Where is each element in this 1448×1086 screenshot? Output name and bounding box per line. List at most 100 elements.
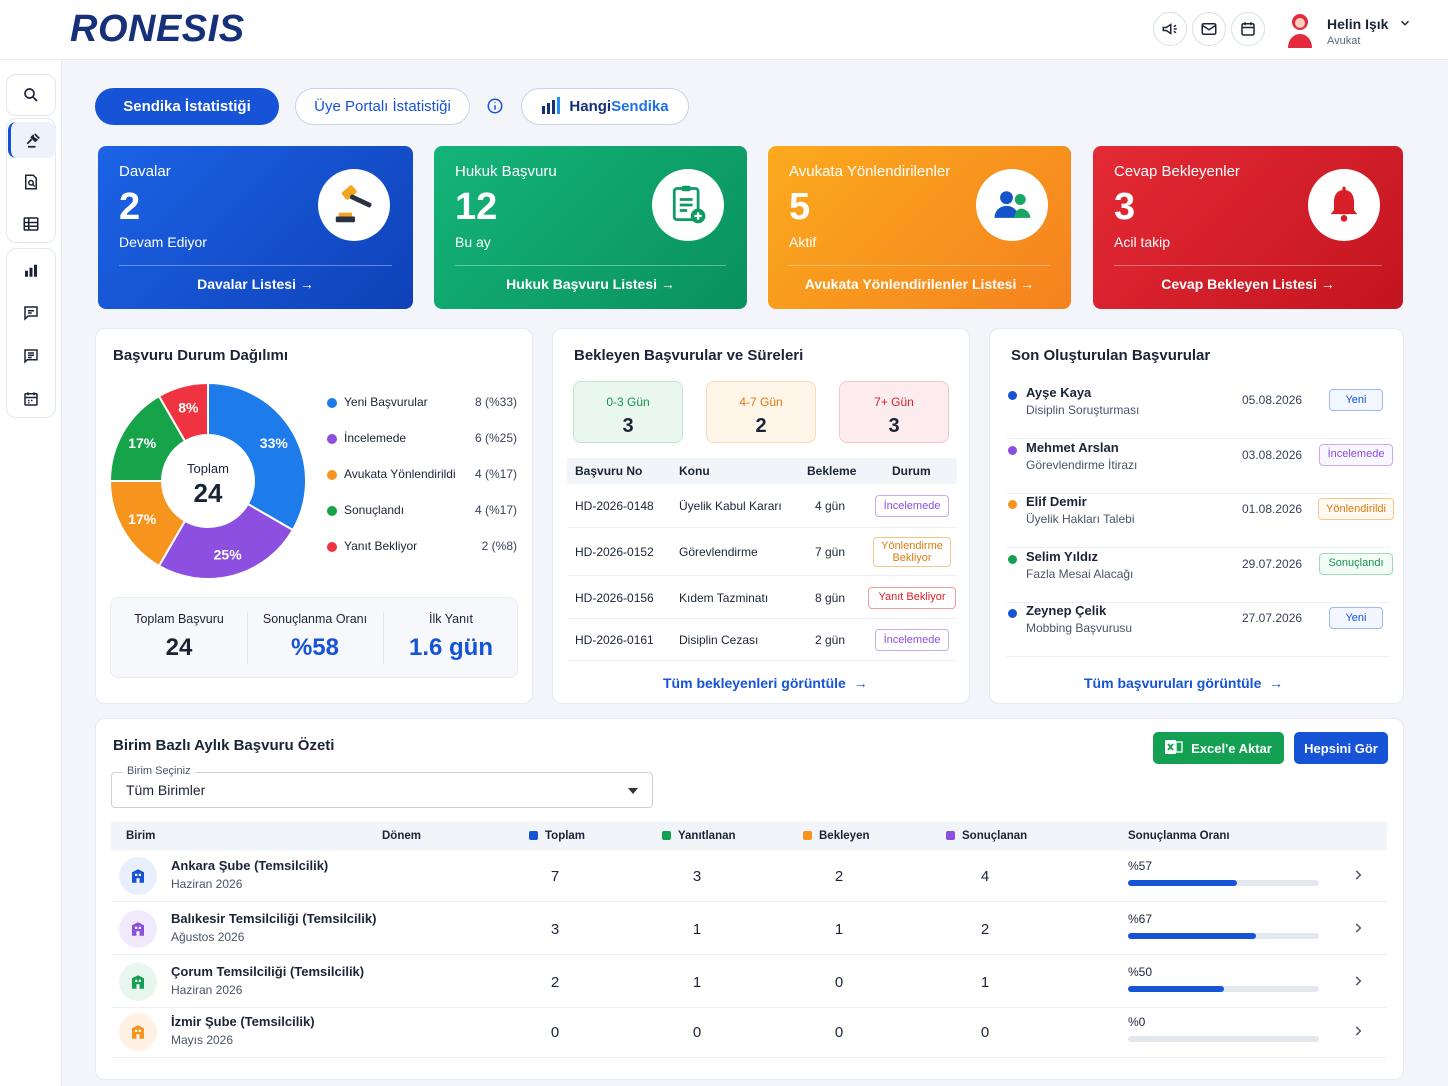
legend-dot: [327, 398, 337, 408]
bucket-7-plus-days[interactable]: 7+ Gün 3: [839, 381, 949, 443]
view-all-pending-link[interactable]: Tüm bekleyenleri görüntüle →: [663, 675, 868, 691]
pending-row[interactable]: HD-2026-0148 Üyelik Kabul Kararı 4 gün İnce…: [567, 484, 957, 528]
pending-row[interactable]: HD-2026-0152 Görevlendirme 7 gün Yönlendirm…: [567, 528, 957, 576]
kpi-sub: Devam Ediyor: [119, 234, 207, 250]
kpi-title: Davalar: [119, 163, 171, 180]
kpi-footer-link[interactable]: Davalar Listesi →: [98, 276, 413, 292]
kpi-card-legal-applications: Hukuk Başvuru 12 Bu ay Hukuk Başvuru Lis…: [434, 146, 747, 309]
chevron-right-icon[interactable]: [1351, 1023, 1365, 1044]
kpi-footer-link[interactable]: Hukuk Başvuru Listesi →: [434, 276, 747, 292]
building-icon: [119, 857, 157, 895]
tab-sendika-statistics[interactable]: Sendika İstatistiği: [95, 88, 279, 125]
pending-row[interactable]: HD-2026-0156 Kıdem Tazminatı 8 gün Yanıt Be…: [567, 576, 957, 619]
kpi-value: 12: [455, 186, 498, 228]
recent-item[interactable]: Zeynep Çelik Mobbing Başvurusu 27.07.2026 Y…: [1006, 603, 1390, 657]
legend-value: 2 (%8): [481, 539, 517, 553]
pending-wait: 4 gün: [815, 499, 846, 513]
sidebar-chat-icon[interactable]: [12, 295, 50, 331]
view-all-button[interactable]: Hepsini Gör: [1294, 732, 1388, 764]
legend-item[interactable]: Yanıt Bekliyor 2 (%8): [327, 538, 517, 556]
kpi-divider: [119, 265, 392, 266]
user-name[interactable]: Helin Işık: [1327, 16, 1388, 32]
pending-card-title: Bekleyen Başvurular ve Süreleri: [574, 347, 804, 364]
arrow-right-icon: →: [849, 675, 868, 691]
kpi-footer-link[interactable]: Cevap Bekleyen Listesi →: [1093, 276, 1403, 292]
status-badge: İncelemede: [875, 495, 949, 517]
unit-row[interactable]: Çorum Temsilciliği (Temsilcilik) Haziran …: [111, 956, 1387, 1008]
sidebar-stats-icon[interactable]: [12, 252, 50, 288]
megaphone-icon[interactable]: [1153, 12, 1187, 46]
sidebar-table-icon[interactable]: [12, 206, 50, 242]
sidebar-document-search-icon[interactable]: [12, 164, 50, 200]
kpi-footer-link[interactable]: Avukata Yönlendirilenler Listesi →: [768, 276, 1071, 292]
users-icon: [976, 169, 1048, 241]
kpi-divider: [1114, 265, 1382, 266]
recent-card-title: Son Oluşturulan Başvurular: [1011, 347, 1211, 364]
avatar[interactable]: [1282, 10, 1318, 50]
brand-suffix: Sendika: [611, 98, 669, 115]
status-badge: Sonuçlandı: [1319, 552, 1393, 575]
sidebar-message-icon[interactable]: [12, 338, 50, 374]
recent-name: Mehmet Arslan: [1026, 439, 1119, 455]
legend-value: 6 (%25): [474, 431, 517, 445]
app-logo[interactable]: RONESIS: [70, 8, 245, 51]
legend-item[interactable]: Avukata Yönlendirildi 4 (%17): [327, 466, 517, 484]
unit-total: 7: [550, 868, 560, 885]
legend-dot: [327, 470, 337, 480]
unit-pending: 0: [834, 974, 844, 991]
sidebar-calendar-icon[interactable]: [12, 381, 50, 417]
recent-date: 03.08.2026: [1242, 447, 1303, 462]
user-role: Avukat: [1327, 35, 1361, 47]
pending-topic: Kıdem Tazminatı: [679, 590, 769, 605]
recent-item[interactable]: Selim Yıldız Fazla Mesai Alacağı 29.07.202…: [1006, 549, 1393, 603]
unit-rate-bar: [1128, 880, 1319, 886]
bucket-0-3-days[interactable]: 0-3 Gün 3: [573, 381, 683, 443]
calendar-icon[interactable]: [1231, 12, 1265, 46]
summary-card-title: Birim Bazlı Aylık Başvuru Özeti: [113, 737, 335, 754]
legend-square: [662, 831, 671, 840]
kpi-title: Hukuk Başvuru: [455, 163, 557, 180]
unit-rate-bar: [1128, 986, 1319, 992]
legend-item[interactable]: Sonuçlandı 4 (%17): [327, 502, 517, 520]
view-all-applications-link[interactable]: Tüm başvuruları görüntüle →: [1084, 675, 1283, 691]
legend-square: [946, 831, 955, 840]
chevron-right-icon[interactable]: [1351, 973, 1365, 994]
export-excel-button[interactable]: Excel'e Aktar: [1153, 732, 1284, 764]
recent-item[interactable]: Mehmet Arslan Görevlendirme İtirazı 03.08.…: [1006, 439, 1393, 494]
unit-rate-fill: [1128, 986, 1224, 992]
recent-item[interactable]: Elif Demir Üyelik Hakları Talebi 01.08.202…: [1006, 494, 1394, 548]
unit-row[interactable]: Ankara Şube (Temsilcilik) Haziran 2026 7 3 2…: [111, 850, 1387, 902]
chevron-down-icon[interactable]: [1398, 16, 1412, 35]
pending-topic: Disiplin Cezası: [679, 633, 759, 647]
legend-label: İncelemede: [344, 431, 407, 445]
status-card-title: Başvuru Durum Dağılımı: [113, 347, 289, 364]
kpi-card-cases: Davalar 2 Devam Ediyor Davalar Listesi →: [98, 146, 413, 309]
chevron-right-icon[interactable]: [1351, 920, 1365, 941]
kpi-divider: [455, 265, 726, 266]
kpi-value: 3: [1114, 186, 1136, 228]
legend-item[interactable]: İncelemede 6 (%25): [327, 430, 517, 448]
recent-subject: Görevlendirme İtirazı: [1026, 457, 1138, 472]
tab-hangisendika[interactable]: Hangi Sendika: [521, 88, 689, 125]
recent-item[interactable]: Ayşe Kaya Disiplin Soruşturması 05.08.2026…: [1006, 385, 1390, 439]
tab-member-portal-statistics[interactable]: Üye Portalı İstatistiği: [295, 88, 470, 125]
pie-total-value: 24: [193, 478, 223, 508]
mail-icon[interactable]: [1192, 12, 1226, 46]
sidebar-gavel-icon[interactable]: [8, 122, 56, 158]
pie-slice-label: 17%: [128, 511, 157, 527]
pending-row[interactable]: HD-2026-0161 Disiplin Cezası 2 gün İnceleme…: [567, 619, 957, 661]
kpi-value: 5: [789, 186, 811, 228]
bell-icon: [1308, 169, 1380, 241]
unit-row[interactable]: İzmir Şube (Temsilcilik) Mayıs 2026 0 0 0 0 %0: [111, 1006, 1387, 1058]
sidebar-search-icon[interactable]: [12, 77, 50, 113]
legend-item[interactable]: Yeni Başvurular 8 (%33): [327, 394, 517, 412]
status-dot: [1008, 445, 1017, 455]
kpi-card-referred: Avukata Yönlendirilenler 5 Aktif Avukata…: [768, 146, 1071, 309]
chevron-right-icon[interactable]: [1351, 867, 1365, 888]
unit-select[interactable]: Birim Seçiniz Tüm Birimler: [111, 765, 653, 808]
unit-select-label: Birim Seçiniz: [123, 765, 195, 777]
pending-table-header: Başvuru No Konu Bekleme Durum: [567, 458, 957, 484]
bucket-4-7-days[interactable]: 4-7 Gün 2: [706, 381, 816, 443]
info-icon[interactable]: [486, 97, 504, 120]
unit-row[interactable]: Balıkesir Temsilciliği (Temsilcilik) Ağus…: [111, 903, 1387, 955]
